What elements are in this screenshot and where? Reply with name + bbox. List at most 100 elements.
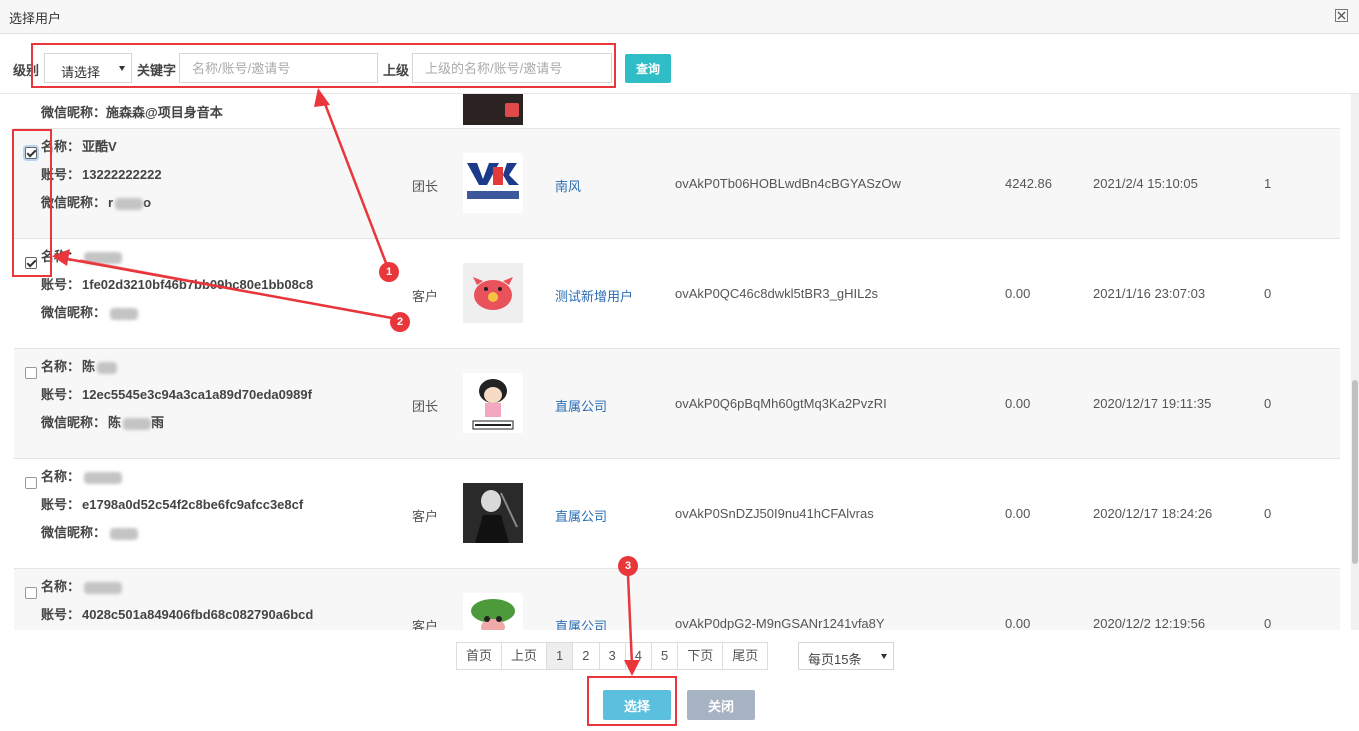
- user-role: 客户: [412, 619, 439, 630]
- user-name: 亚酷V: [82, 139, 117, 154]
- table-row[interactable]: 名称： 账号： e1798a0d52c54f2c8be6fc9afcc3e8cf 微信…: [14, 459, 1340, 569]
- user-count: 0: [1264, 506, 1272, 521]
- user-role: 团长: [412, 399, 439, 414]
- account-label: 账号：: [41, 607, 81, 622]
- user-list: 微信昵称：施森森@项目身音本 名称： 亚酷V 账号： 13222222222 微信昵称：…: [0, 94, 1359, 630]
- user-role: 客户: [412, 289, 439, 304]
- per-page-select[interactable]: 每页15条: [798, 642, 894, 670]
- user-count: 0: [1264, 396, 1272, 411]
- user-info: 名称：陈账号： 12ec5545e3c94a3ca1a89d70eda0989f 微…: [41, 359, 312, 443]
- user-balance: 0.00: [1005, 506, 1031, 521]
- user-created-time: 2021/2/4 15:10:05: [1093, 176, 1198, 191]
- query-button[interactable]: 查询: [625, 54, 671, 83]
- row-checkbox[interactable]: [25, 477, 37, 489]
- blurred-text: [110, 307, 139, 320]
- parent-link[interactable]: 直属公司: [555, 396, 607, 415]
- wechat-label: 微信昵称：: [41, 525, 107, 540]
- table-row[interactable]: 名称： 亚酷V 账号： 13222222222 微信昵称： r o 团长 南风 ovAkP0Tb0…: [14, 129, 1340, 239]
- row-checkbox[interactable]: [25, 257, 37, 269]
- user-wechat-tail: 雨: [151, 415, 165, 430]
- first-page-link[interactable]: 首页: [457, 643, 503, 669]
- last-page-link[interactable]: 尾页: [723, 643, 768, 669]
- level-select-value: 请选择: [61, 65, 101, 80]
- parent-link[interactable]: 直属公司: [555, 616, 607, 630]
- dialog-title-bar: 选择用户: [0, 0, 1359, 34]
- user-created-time: 2020/12/2 12:19:56: [1093, 616, 1206, 630]
- select-user-dialog: 选择用户 微信昵称：施森森@项目身音本 名称： 亚酷V 账号： 13222222222…: [0, 0, 1359, 731]
- blurred-text: [115, 197, 144, 210]
- page-link-1[interactable]: 1: [547, 643, 574, 669]
- user-count: 1: [1264, 176, 1272, 191]
- user-name: 陈: [82, 359, 96, 374]
- blurred-text: [84, 471, 123, 484]
- parent-link[interactable]: 测试新增用户: [555, 286, 633, 305]
- user-count: 0: [1264, 286, 1272, 301]
- user-account: 13222222222: [82, 167, 162, 182]
- user-wechat: 陈: [108, 415, 122, 430]
- close-button[interactable]: 关闭: [687, 690, 755, 720]
- table-row[interactable]: 名称：账号：4028c501a849406fbd68c082790a6bcd微信…: [14, 569, 1340, 630]
- user-openid: ovAkP0QC46c8dwkl5tBR3_gHIL2s: [675, 286, 879, 301]
- level-select[interactable]: 请选择: [44, 53, 132, 83]
- account-label: 账号：: [41, 277, 81, 292]
- level-label: 级别: [13, 63, 40, 78]
- prev-page-link[interactable]: 上页: [502, 643, 548, 669]
- user-avatar: [463, 263, 523, 323]
- blurred-text: [84, 581, 123, 594]
- page-link-3[interactable]: 3: [599, 643, 626, 669]
- parent-link[interactable]: 直属公司: [555, 506, 607, 525]
- select-button[interactable]: 选择: [603, 690, 671, 720]
- blurred-text: [97, 361, 118, 374]
- wechat-label: 微信昵称：: [41, 305, 107, 320]
- user-balance: 4242.86: [1005, 176, 1052, 191]
- page-link-2[interactable]: 2: [573, 643, 600, 669]
- wechat-label: 微信昵称：: [41, 105, 107, 120]
- row-checkbox[interactable]: [25, 367, 37, 379]
- wechat-label: 微信昵称：: [41, 195, 107, 210]
- next-page-link[interactable]: 下页: [678, 643, 724, 669]
- blurred-text: [84, 251, 123, 264]
- row-checkbox[interactable]: [25, 587, 37, 599]
- user-openid: ovAkP0Q6pBqMh60gtMq3Ka2PvzRI: [675, 396, 887, 411]
- row-checkbox[interactable]: [25, 147, 37, 159]
- user-info: 名称： 账号： e1798a0d52c54f2c8be6fc9afcc3e8cf 微信…: [41, 469, 303, 553]
- user-avatar: [463, 153, 523, 213]
- per-page-value: 每页15条: [808, 652, 862, 667]
- parent-link[interactable]: 南风: [555, 176, 581, 195]
- user-balance: 0.00: [1005, 286, 1031, 301]
- table-row[interactable]: 名称： 账号： 1fe02d3210bf46b7bb09bc80e1bb08c8 微信…: [14, 239, 1340, 349]
- user-role: 客户: [412, 509, 439, 524]
- account-label: 账号：: [41, 497, 81, 512]
- parent-input[interactable]: [412, 53, 612, 83]
- chevron-down-icon: [119, 66, 125, 71]
- table-row[interactable]: 名称：陈账号： 12ec5545e3c94a3ca1a89d70eda0989f 微…: [14, 349, 1340, 459]
- parent-label: 上级: [383, 63, 410, 78]
- user-count: 0: [1264, 616, 1272, 630]
- user-wechat-tail: o: [143, 195, 152, 210]
- name-label: 名称：: [41, 579, 81, 594]
- page-link-5[interactable]: 5: [651, 643, 679, 669]
- name-label: 名称：: [41, 469, 81, 484]
- user-wechat: r: [108, 195, 114, 210]
- scrollbar-thumb[interactable]: [1352, 380, 1358, 564]
- user-avatar: [463, 483, 523, 543]
- keyword-input[interactable]: [179, 53, 378, 83]
- account-label: 账号：: [41, 387, 81, 402]
- chevron-down-icon: [881, 654, 887, 659]
- scrollbar-track[interactable]: [1351, 94, 1359, 630]
- user-info: 名称： 亚酷V 账号： 13222222222 微信昵称： r o: [41, 139, 162, 223]
- user-balance: 0.00: [1005, 396, 1031, 411]
- user-info: 名称： 账号： 1fe02d3210bf46b7bb09bc80e1bb08c8 微信…: [41, 249, 313, 333]
- user-created-time: 2020/12/17 18:24:26: [1093, 506, 1213, 521]
- close-icon[interactable]: [1335, 9, 1348, 22]
- keyword-label: 关键字: [137, 63, 177, 78]
- name-label: 名称：: [41, 139, 81, 154]
- user-info: 名称：账号：4028c501a849406fbd68c082790a6bcd微信…: [41, 579, 313, 630]
- table-row-partial: 微信昵称：施森森@项目身音本: [14, 94, 1340, 129]
- user-account: 12ec5545e3c94a3ca1a89d70eda0989f: [82, 387, 312, 402]
- page-link-4[interactable]: 4: [625, 643, 652, 669]
- dialog-title: 选择用户: [9, 11, 62, 26]
- blurred-text: [123, 417, 152, 430]
- user-openid: ovAkP0dpG2-M9nGSANr1241vfa8Y: [675, 616, 885, 630]
- dialog-footer: 首页 上页 1 2 3 4 5 下页 尾页 每页15条 选择 关闭: [0, 630, 1359, 731]
